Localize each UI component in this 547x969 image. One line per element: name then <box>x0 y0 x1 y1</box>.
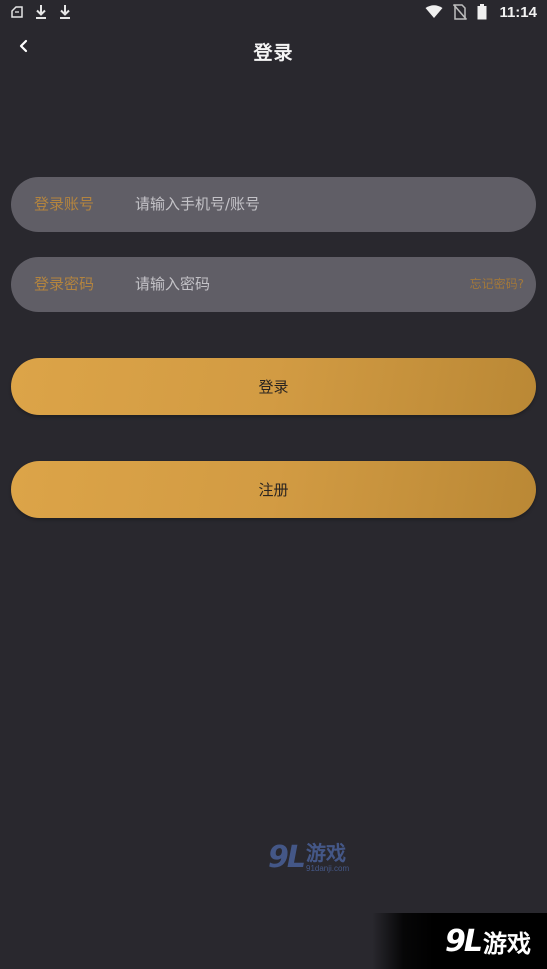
battery-icon <box>477 4 487 20</box>
watermark-text: 游戏 <box>306 840 346 865</box>
account-field[interactable]: 登录账号 <box>11 177 536 232</box>
corner-watermark-number: 9L <box>445 923 483 959</box>
download-icon <box>58 4 72 20</box>
password-field[interactable]: 登录密码 忘记密码? <box>11 257 536 312</box>
account-input[interactable] <box>135 189 435 219</box>
status-bar-right: 11:14 <box>425 4 537 21</box>
password-label: 登录密码 <box>34 275 95 293</box>
watermark-text-block: 游戏 91danji.com <box>306 843 349 873</box>
corner-watermark: 9L 游戏 <box>372 913 547 969</box>
status-bar: 11:14 <box>0 0 547 24</box>
no-sim-icon <box>453 4 468 20</box>
watermark-url: 91danji.com <box>306 863 350 873</box>
notification-icon <box>10 5 24 19</box>
account-label: 登录账号 <box>34 195 95 213</box>
status-time: 11:14 <box>499 3 537 21</box>
register-button[interactable]: 注册 <box>11 461 536 518</box>
wifi-icon <box>425 5 443 19</box>
download-icon <box>34 4 48 20</box>
forgot-password-link[interactable]: 忘记密码? <box>470 257 524 312</box>
watermark-logo: 9L 游戏 91danji.com <box>268 840 349 875</box>
corner-watermark-text: 游戏 <box>483 929 531 958</box>
login-button[interactable]: 登录 <box>11 358 536 415</box>
watermark-number: 9L <box>268 840 306 875</box>
password-input[interactable] <box>135 269 435 299</box>
status-bar-left <box>10 4 72 20</box>
page-title: 登录 <box>253 42 294 64</box>
